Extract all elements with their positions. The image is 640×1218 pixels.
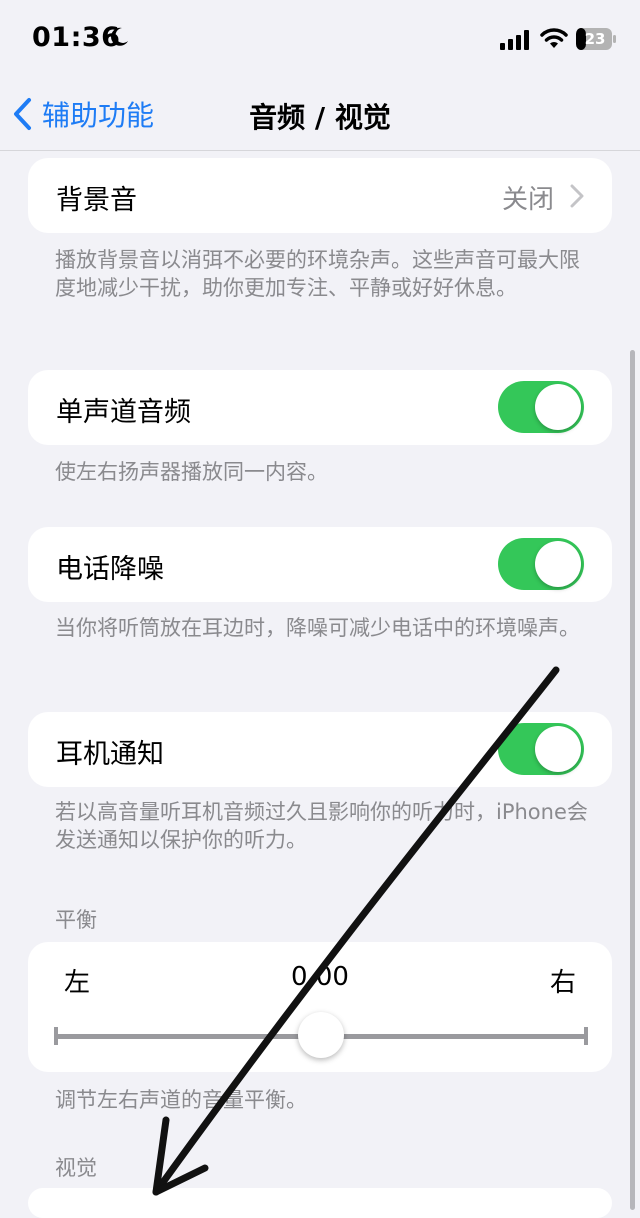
battery-level: 23 xyxy=(584,30,606,48)
phone-noise-row: 电话降噪 xyxy=(28,527,612,602)
moon-icon xyxy=(111,27,128,46)
balance-description: 调节左右声道的音量平衡。 xyxy=(55,1088,307,1112)
mono-audio-toggle[interactable] xyxy=(498,381,584,433)
visual-header: 视觉 xyxy=(55,1156,97,1180)
page-title: 音频 / 视觉 xyxy=(249,101,391,134)
balance-slider-thumb[interactable] xyxy=(298,1012,344,1058)
background-sounds-description: 播放背景音以消弭不必要的环境杂声。这些声音可最大限度地减少干扰，助你更加专注、平… xyxy=(55,248,580,300)
mono-audio-description: 使左右扬声器播放同一内容。 xyxy=(55,460,328,484)
wifi-icon xyxy=(540,28,568,48)
headphone-notifications-label: 耳机通知 xyxy=(56,739,164,770)
balance-slider-right-cap xyxy=(584,1027,588,1045)
phone-noise-description: 当你将听筒放在耳边时，降噪可减少电话中的环境噪声。 xyxy=(55,616,580,640)
battery-indicator: 23 xyxy=(576,28,616,50)
visual-card[interactable] xyxy=(28,1188,612,1218)
phone-noise-toggle[interactable] xyxy=(498,538,584,590)
chevron-right-icon xyxy=(570,184,584,208)
balance-value: 0.00 xyxy=(291,962,349,992)
scroll-indicator[interactable] xyxy=(630,350,635,1210)
headphone-notifications-toggle[interactable] xyxy=(498,723,584,775)
background-sounds-value: 关闭 xyxy=(501,185,554,215)
mono-audio-label: 单声道音频 xyxy=(56,397,191,428)
background-sounds-label: 背景音 xyxy=(56,185,137,216)
headphone-notifications-row: 耳机通知 xyxy=(28,712,612,787)
phone-noise-label: 电话降噪 xyxy=(56,554,164,585)
balance-header: 平衡 xyxy=(55,908,97,932)
balance-right-label: 右 xyxy=(549,968,576,998)
balance-slider-left-cap xyxy=(54,1027,58,1045)
navigation-bar: 辅助功能 音频 / 视觉 xyxy=(0,78,640,151)
cellular-signal-icon xyxy=(500,30,529,50)
headphone-notifications-description: 若以高音量听耳机音频过久且影响你的听力时，iPhone会发送通知以保护你的听力。 xyxy=(55,800,588,852)
status-bar: 01:36 23 xyxy=(0,0,640,78)
background-sounds-row[interactable]: 背景音 关闭 xyxy=(28,158,612,233)
mono-audio-row: 单声道音频 xyxy=(28,370,612,445)
balance-card: 左 0.00 右 xyxy=(28,942,612,1072)
